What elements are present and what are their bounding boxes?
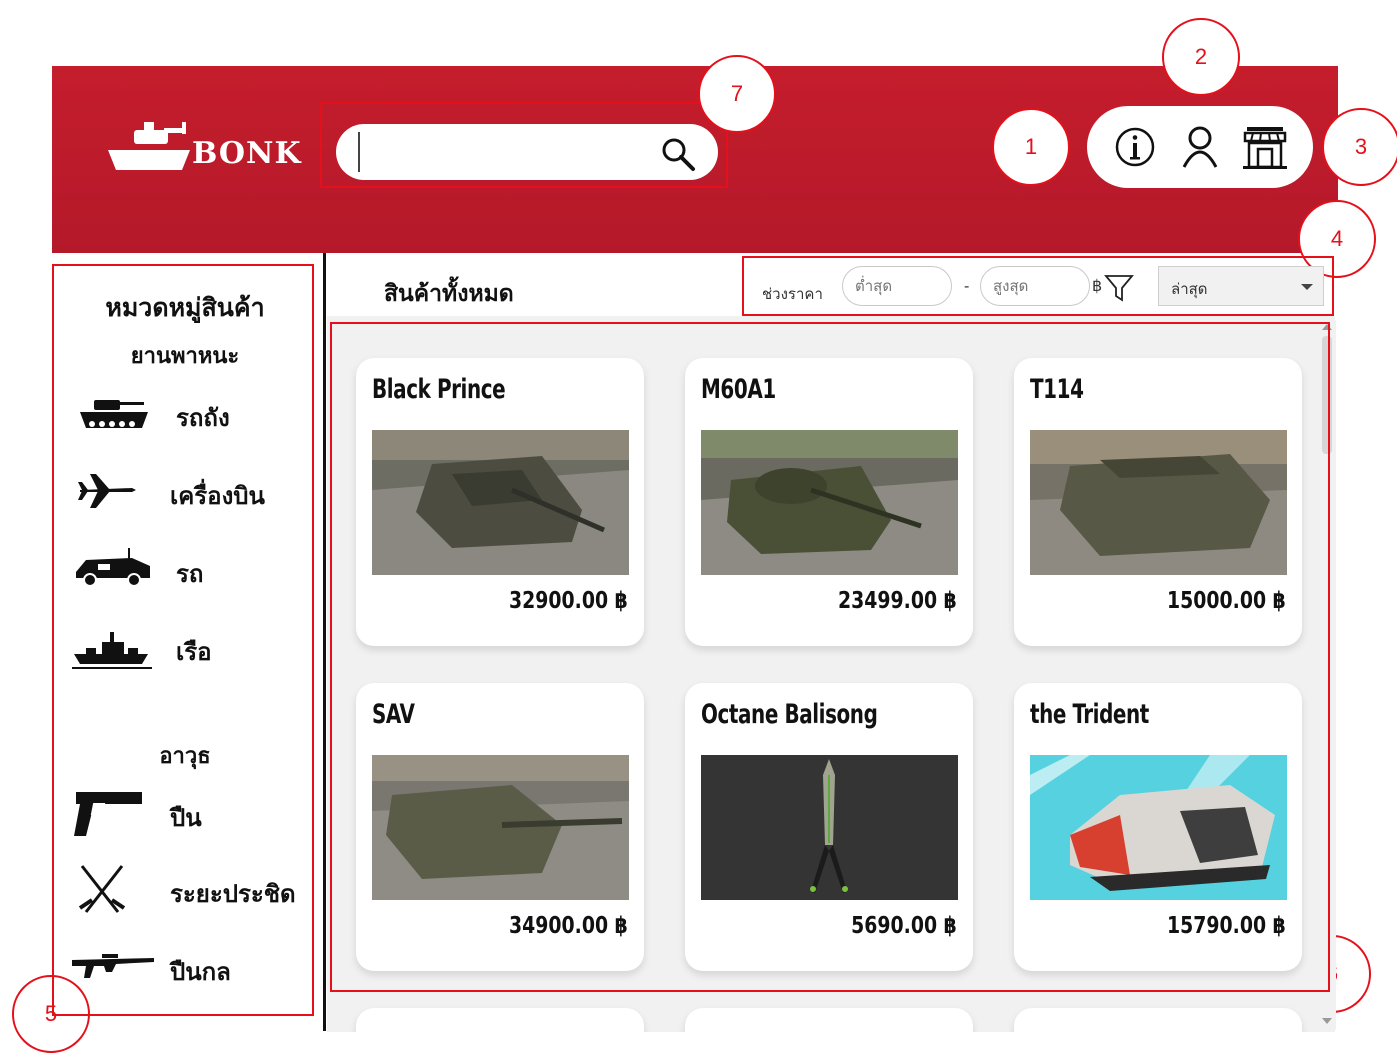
product-name: SAV bbox=[372, 699, 415, 730]
product-price: 15000.00 ฿ bbox=[1167, 588, 1286, 614]
armored-car-icon bbox=[76, 548, 150, 587]
search-icon[interactable] bbox=[660, 136, 696, 172]
search-input[interactable] bbox=[358, 132, 658, 172]
product-card[interactable]: T114 15000.00 ฿ bbox=[1014, 358, 1302, 646]
callout-2: 2 bbox=[1162, 18, 1240, 96]
sidebar-item-label: เครื่องบิน bbox=[170, 482, 265, 510]
price-filter-bar: ช่วงราคา - ฿ ล่าสุด bbox=[742, 256, 1334, 316]
min-price-input[interactable] bbox=[842, 266, 952, 306]
product-name: Octane Balisong bbox=[701, 699, 878, 730]
product-name: Black Prince bbox=[372, 374, 506, 405]
page-title: สินค้าทั้งหมด bbox=[384, 281, 514, 307]
header-icon-group bbox=[1087, 106, 1313, 188]
product-image bbox=[1030, 755, 1287, 900]
callout-3: 3 bbox=[1322, 108, 1397, 186]
product-image bbox=[372, 755, 629, 900]
product-image bbox=[1030, 430, 1287, 575]
max-price-input[interactable] bbox=[980, 266, 1090, 306]
callout-7: 7 bbox=[698, 55, 776, 133]
sort-dropdown[interactable]: ล่าสุด bbox=[1158, 266, 1324, 306]
category-sidebar: หมวดหมู่สินค้า ยานพาหนะ รถถัง เครื่องบิน bbox=[52, 264, 314, 1016]
sidebar-item-ship[interactable]: เรือ bbox=[72, 622, 312, 672]
product-card[interactable]: Black Prince 32900.00 ฿ bbox=[356, 358, 644, 646]
product-price: 32900.00 ฿ bbox=[509, 588, 628, 614]
search-box[interactable] bbox=[336, 124, 718, 180]
product-image bbox=[372, 430, 629, 575]
product-card[interactable]: the Trident 15790.00 ฿ bbox=[1014, 683, 1302, 971]
sidebar-item-gun[interactable]: ปืน bbox=[72, 788, 312, 838]
product-image bbox=[701, 755, 958, 900]
product-name: the Trident bbox=[1030, 699, 1149, 730]
product-name: M60A1 bbox=[701, 374, 776, 405]
tank-logo-icon bbox=[108, 122, 190, 170]
jet-icon bbox=[78, 474, 136, 508]
search-area bbox=[320, 102, 728, 188]
scroll-down-icon[interactable] bbox=[1322, 1018, 1332, 1024]
rifle-icon bbox=[72, 954, 154, 978]
product-price: 34900.00 ฿ bbox=[509, 913, 628, 939]
scroll-up-icon[interactable] bbox=[1322, 324, 1332, 330]
currency-label: ฿ bbox=[1092, 278, 1103, 295]
filter-icon[interactable] bbox=[1104, 274, 1134, 302]
product-card[interactable]: M60A1 23499.00 ฿ bbox=[685, 358, 973, 646]
product-name: T114 bbox=[1030, 374, 1084, 405]
logo-text: BONK bbox=[192, 136, 302, 171]
sidebar-item-label: ปืน bbox=[170, 804, 202, 832]
weapon-heading: อาวุธ bbox=[159, 744, 211, 769]
sidebar-item-machine-gun[interactable]: ปืนกล bbox=[72, 942, 312, 992]
product-card[interactable]: Octane Balisong 5690.00 ฿ bbox=[685, 683, 973, 971]
product-grid: Black Prince 32900.00 ฿ M60A1 23499.00 ฿… bbox=[327, 316, 1335, 1032]
product-card[interactable]: SAV 34900.00 ฿ bbox=[356, 683, 644, 971]
store-icon[interactable] bbox=[1241, 123, 1289, 171]
sidebar-item-label: เรือ bbox=[176, 638, 212, 666]
product-card[interactable] bbox=[1014, 1008, 1302, 1032]
product-card[interactable] bbox=[356, 1008, 644, 1032]
sidebar-divider bbox=[323, 253, 326, 1031]
callout-1: 1 bbox=[992, 108, 1070, 186]
crossed-knives-icon bbox=[78, 865, 126, 913]
user-icon[interactable] bbox=[1176, 123, 1224, 171]
ship-icon bbox=[72, 632, 152, 669]
chevron-down-icon bbox=[1301, 284, 1313, 290]
sidebar-item-vehicle[interactable]: รถ bbox=[72, 544, 312, 594]
pistol-icon bbox=[74, 792, 142, 836]
price-range-label: ช่วงราคา bbox=[762, 286, 823, 303]
scroll-thumb[interactable] bbox=[1322, 336, 1332, 454]
sidebar-item-label: ปืนกล bbox=[170, 958, 231, 986]
product-card[interactable] bbox=[685, 1008, 973, 1032]
product-price: 5690.00 ฿ bbox=[851, 913, 957, 939]
product-scrollbar[interactable] bbox=[1318, 320, 1336, 1030]
sidebar-item-label: รถ bbox=[176, 560, 204, 588]
sidebar-title: หมวดหมู่สินค้า bbox=[105, 293, 265, 322]
sidebar-item-label: รถถัง bbox=[176, 404, 230, 432]
sidebar-item-aircraft[interactable]: เครื่องบิน bbox=[72, 466, 312, 516]
product-image bbox=[701, 430, 958, 575]
header-bar: BONK bbox=[52, 66, 1338, 253]
sidebar-item-tank[interactable]: รถถัง bbox=[72, 388, 312, 438]
range-dash: - bbox=[964, 278, 970, 295]
info-icon[interactable] bbox=[1111, 123, 1159, 171]
tank-icon bbox=[80, 400, 148, 428]
sort-value: ล่าสุด bbox=[1171, 281, 1208, 298]
product-price: 15790.00 ฿ bbox=[1167, 913, 1286, 939]
sidebar-item-melee[interactable]: ระยะประชิด bbox=[72, 864, 312, 914]
sidebar-item-label: ระยะประชิด bbox=[170, 880, 296, 908]
product-price: 23499.00 ฿ bbox=[838, 588, 957, 614]
vehicle-heading: ยานพาหนะ bbox=[130, 344, 240, 369]
bonk-logo[interactable]: BONK bbox=[104, 110, 314, 180]
